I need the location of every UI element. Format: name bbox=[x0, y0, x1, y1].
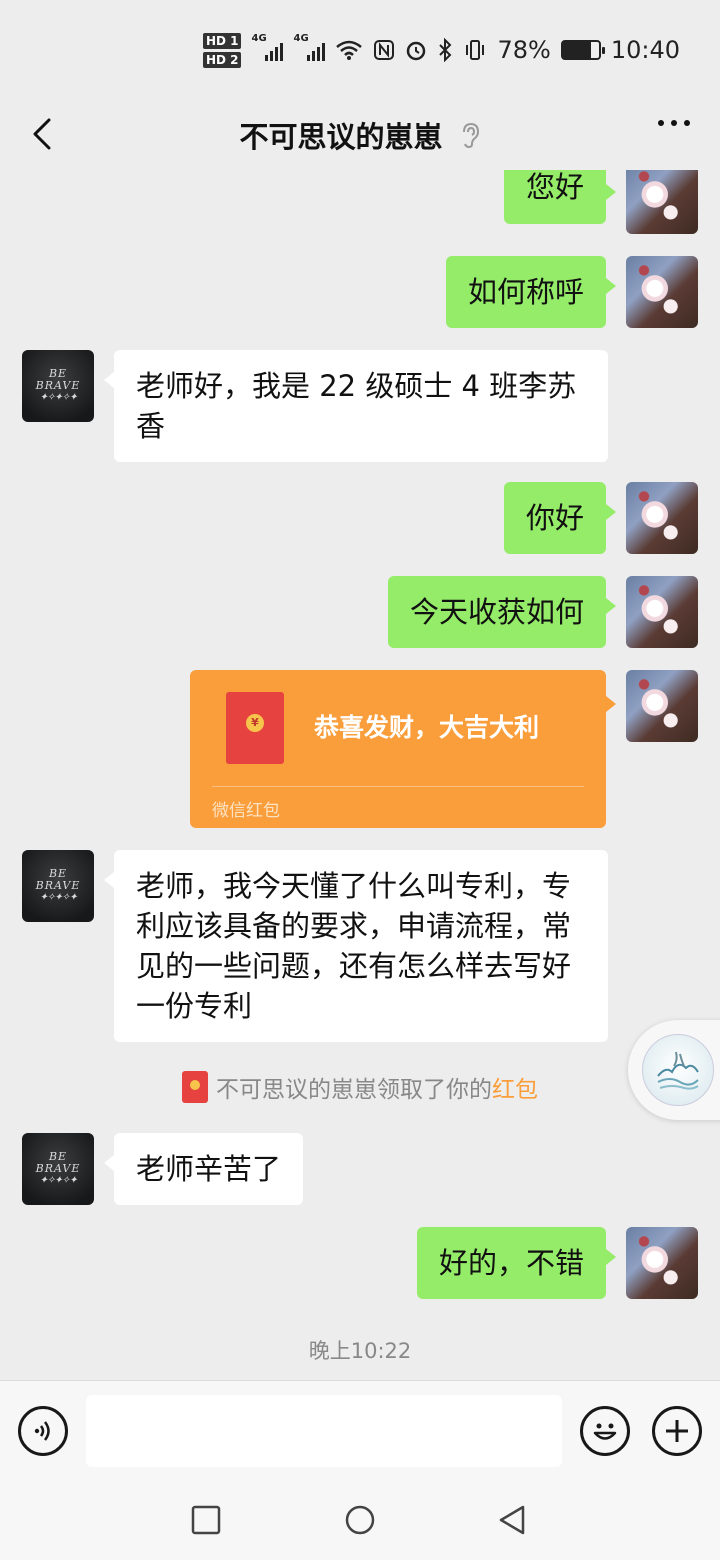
my-avatar[interactable] bbox=[626, 482, 698, 554]
chat-title-wrap: 不可思议的崽崽 bbox=[239, 114, 480, 156]
my-avatar[interactable] bbox=[626, 670, 698, 742]
hd2-badge: HD 2 bbox=[202, 51, 242, 68]
contact-avatar[interactable]: BE BRAVE ✦✧✦✧✦ bbox=[22, 350, 94, 422]
vibrate-icon bbox=[466, 40, 485, 60]
emoji-icon bbox=[593, 1423, 617, 1440]
red-packet-footer: 微信红包 bbox=[212, 801, 280, 821]
floating-window-button[interactable] bbox=[628, 1020, 720, 1120]
red-packet-link[interactable]: 红包 bbox=[492, 1070, 538, 1104]
hd1-badge: HD 1 bbox=[202, 32, 242, 49]
plus-button[interactable] bbox=[652, 1406, 702, 1456]
my-avatar[interactable] bbox=[626, 576, 698, 648]
back-button[interactable] bbox=[22, 114, 62, 154]
battery-icon bbox=[560, 40, 605, 60]
more-icon bbox=[658, 120, 664, 126]
battery-level-fill bbox=[562, 42, 591, 58]
chat-title: 不可思议的崽崽 bbox=[239, 120, 443, 154]
red-packet-small-icon bbox=[182, 1071, 208, 1103]
message-bubble-received[interactable]: 老师，我今天懂了什么叫专利，专利应该具备的要求，申请流程，常见的一些问题，还有怎… bbox=[104, 850, 608, 1042]
status-time: 10:40 bbox=[610, 36, 680, 64]
timestamp: 晚上10:22 bbox=[308, 1339, 412, 1363]
message-bubble-sent[interactable]: 如何称呼 bbox=[445, 256, 617, 328]
message-bubble-sent[interactable]: 你好 bbox=[503, 482, 617, 554]
system-notice-text: 不可思议的崽崽领取了你的 bbox=[216, 1077, 492, 1103]
system-notice: 不可思议的崽崽领取了你的 红包 bbox=[0, 1070, 720, 1104]
nfc-icon bbox=[374, 40, 395, 60]
contact-avatar[interactable]: BE BRAVE ✦✧✦✧✦ bbox=[22, 1133, 94, 1205]
ear-icon bbox=[462, 122, 479, 148]
network-type-2: 4G bbox=[293, 33, 309, 44]
plus-icon bbox=[666, 1420, 688, 1442]
contact-avatar[interactable]: BE BRAVE ✦✧✦✧✦ bbox=[22, 850, 94, 922]
status-bar: HD 1 HD 2 4G 4G 78% 10:40 bbox=[0, 0, 720, 100]
nav-circle-icon[interactable] bbox=[344, 1504, 376, 1536]
red-packet-card[interactable]: ¥ 恭喜发财，大吉大利 微信红包 bbox=[190, 670, 616, 828]
my-avatar[interactable] bbox=[626, 1227, 698, 1299]
battery-percent: 78% bbox=[497, 36, 551, 64]
voice-icon bbox=[34, 1421, 50, 1441]
message-bubble-received[interactable]: 老师辛苦了 bbox=[103, 1133, 304, 1205]
divider bbox=[212, 786, 584, 787]
alarm-icon bbox=[407, 41, 426, 61]
nav-square-icon[interactable] bbox=[190, 1504, 222, 1536]
message-bubble-sent[interactable]: 今天收获如何 bbox=[387, 576, 617, 648]
message-bubble-sent[interactable]: 好的，不错 bbox=[416, 1227, 617, 1299]
system-nav-bar bbox=[0, 1480, 720, 1560]
chat-area[interactable]: 您好 如何称呼 BE BRAVE ✦✧✦✧✦ 老师好，我是 22 级硕士 4 班… bbox=[0, 170, 720, 1380]
message-bubble-sent[interactable]: 您好 bbox=[503, 170, 617, 224]
my-avatar[interactable] bbox=[626, 170, 698, 234]
wifi-icon bbox=[336, 40, 363, 60]
bluetooth-icon bbox=[439, 38, 452, 62]
hd-indicator: HD 1 HD 2 bbox=[202, 32, 242, 68]
emoji-button[interactable] bbox=[580, 1406, 630, 1456]
red-packet-icon: ¥ bbox=[226, 692, 284, 764]
coin-icon: ¥ bbox=[246, 714, 264, 732]
chat-header: 不可思议的崽崽 bbox=[0, 100, 720, 170]
mini-program-icon bbox=[642, 1034, 714, 1106]
signal-icon-2: 4G bbox=[293, 33, 326, 61]
network-type-1: 4G bbox=[251, 33, 267, 44]
voice-button[interactable] bbox=[18, 1406, 68, 1456]
input-bar bbox=[0, 1380, 720, 1480]
message-input[interactable] bbox=[86, 1395, 562, 1467]
message-bubble-received[interactable]: 老师好，我是 22 级硕士 4 班李苏香 bbox=[104, 350, 608, 462]
my-avatar[interactable] bbox=[626, 256, 698, 328]
back-arrow-icon bbox=[33, 118, 51, 150]
more-button[interactable] bbox=[658, 120, 690, 126]
red-packet-title: 恭喜发财，大吉大利 bbox=[314, 713, 540, 742]
signal-icon-1: 4G bbox=[251, 33, 284, 61]
nav-triangle-icon[interactable] bbox=[496, 1504, 528, 1536]
landscape-logo-icon bbox=[657, 1051, 699, 1090]
